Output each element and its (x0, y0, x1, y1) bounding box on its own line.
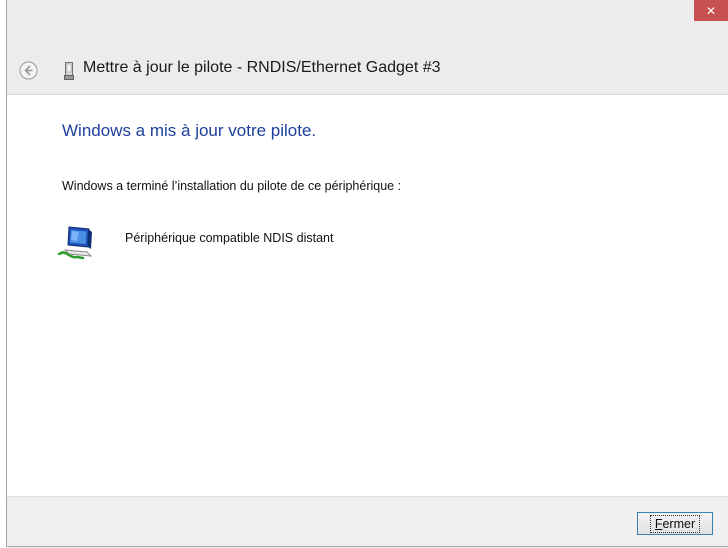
update-driver-window: ✕ Mettre à jour le pilote - RNDIS/Ethern… (6, 0, 728, 548)
network-adapter-icon (57, 223, 97, 263)
usb-device-icon (64, 62, 74, 80)
title-bar: ✕ (7, 0, 728, 34)
device-name: Périphérique compatible NDIS distant (125, 231, 334, 245)
close-button-label: Fermer (649, 514, 701, 533)
main-heading: Windows a mis à jour votre pilote. (62, 121, 317, 140)
install-description: Windows a terminé l’installation du pilo… (62, 179, 402, 193)
close-button-text: ermer (662, 516, 696, 531)
wizard-header: Mettre à jour le pilote - RNDIS/Ethernet… (7, 50, 728, 90)
footer-bar: Fermer (7, 496, 728, 548)
close-icon: ✕ (705, 3, 717, 18)
close-wizard-button[interactable]: Fermer (637, 512, 713, 535)
window-close-button[interactable]: ✕ (694, 0, 728, 21)
window-title: Mettre à jour le pilote - RNDIS/Ethernet… (83, 59, 441, 76)
back-arrow-icon (19, 61, 38, 80)
back-button[interactable] (19, 61, 38, 80)
content-panel: Windows a mis à jour votre pilote. Windo… (7, 94, 728, 497)
